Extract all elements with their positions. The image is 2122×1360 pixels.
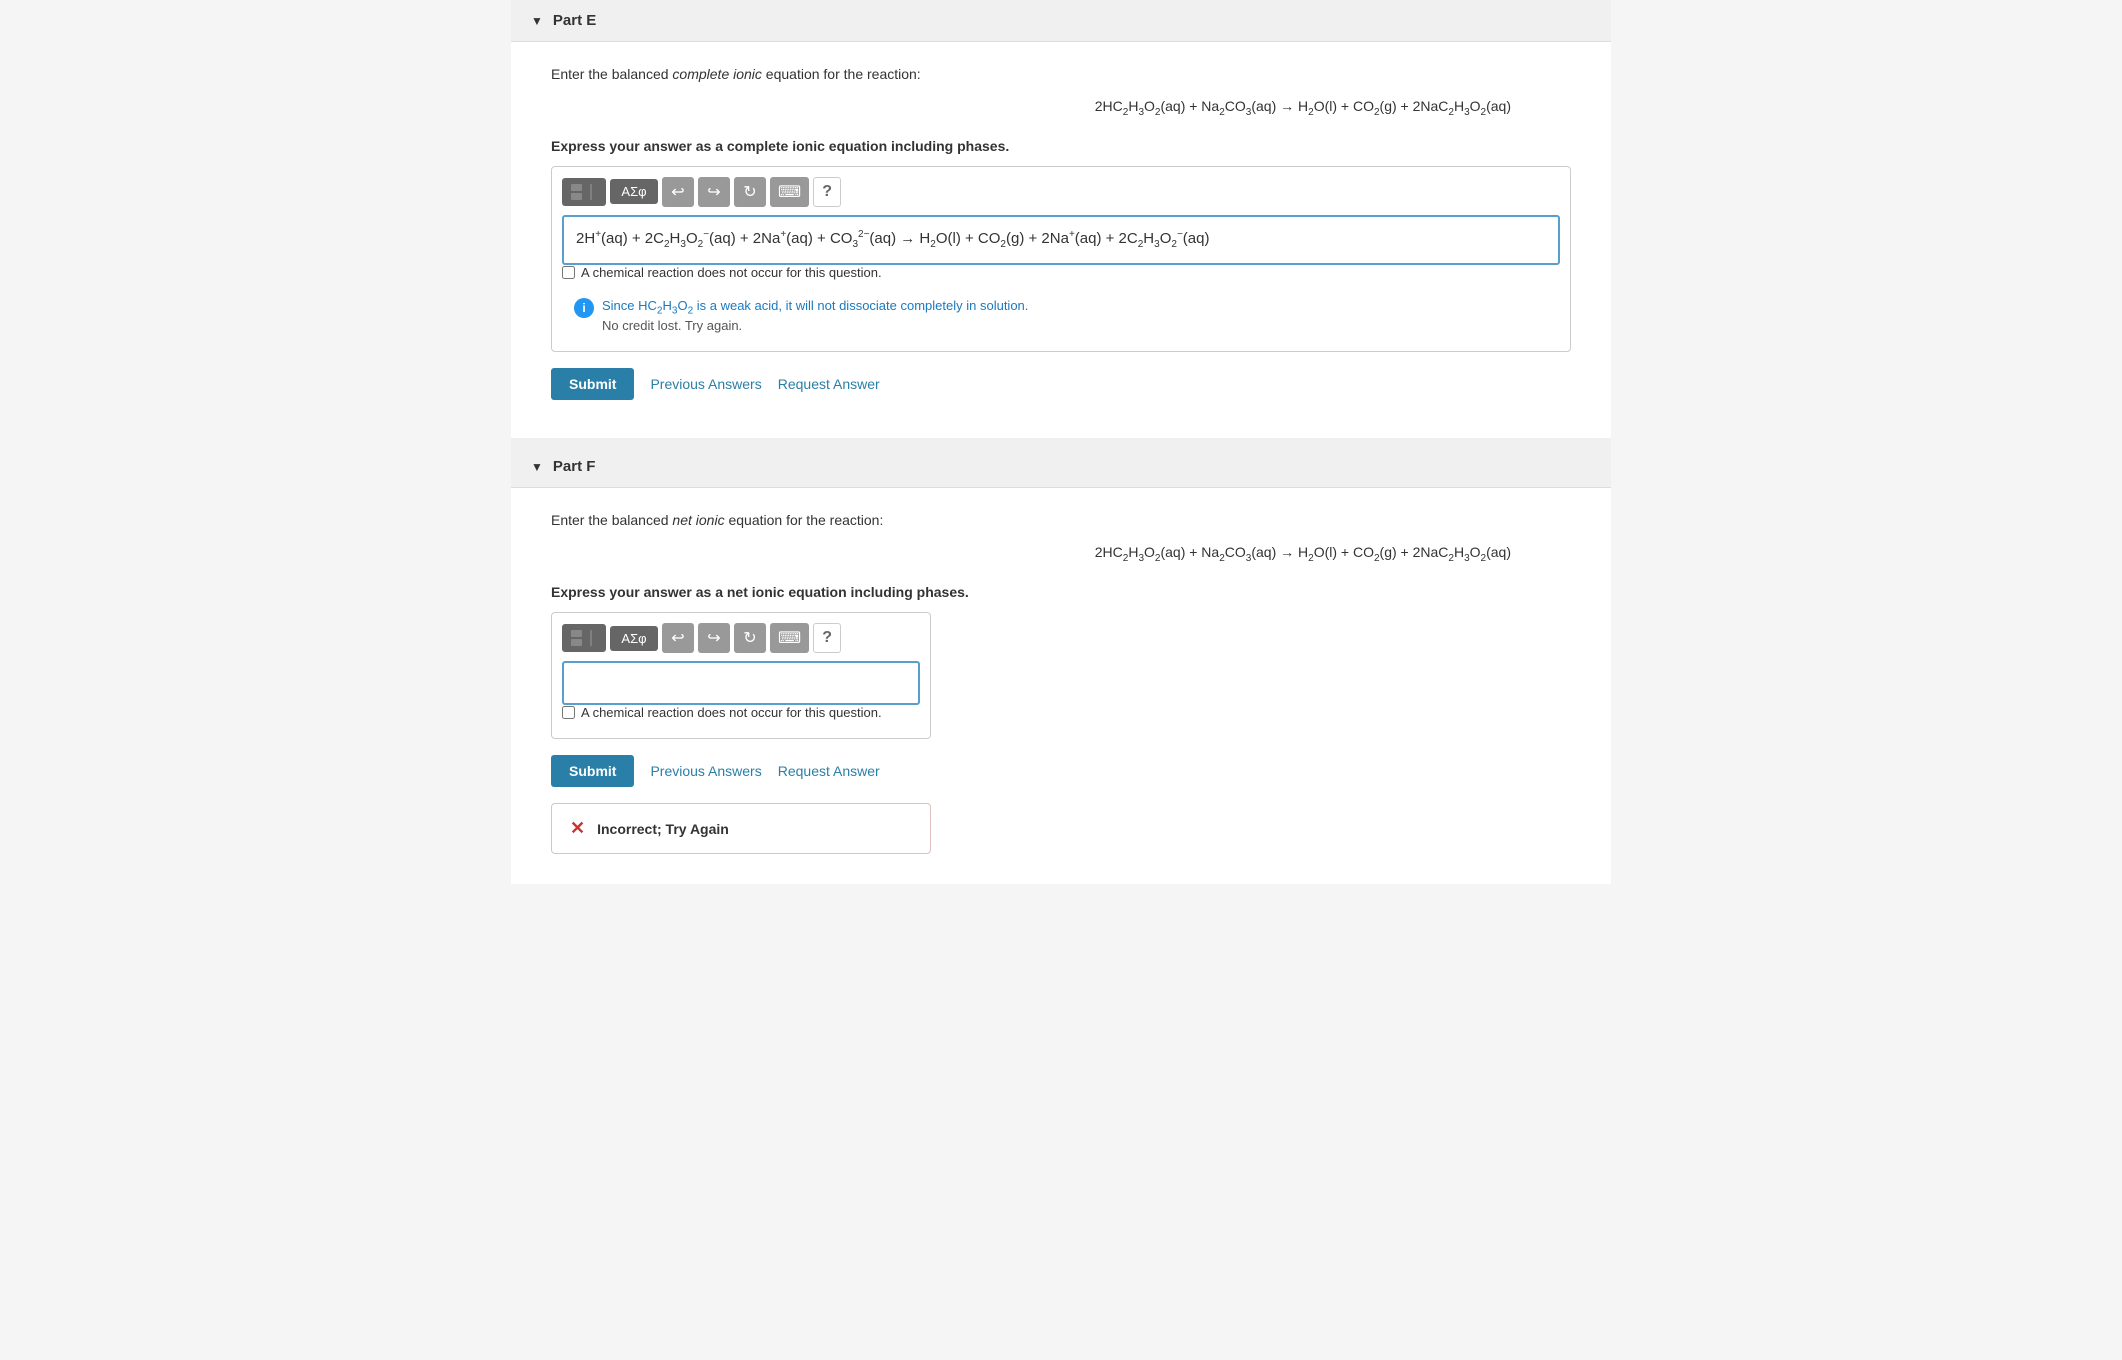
part-f-help-btn[interactable]: ? bbox=[813, 623, 841, 653]
section-divider bbox=[511, 438, 1611, 446]
part-e-title: Part E bbox=[553, 12, 596, 29]
part-e-toolbar: ΑΣφ ↩ ↪ ↻ ⌨ ? bbox=[562, 177, 1560, 207]
part-e-express-label: Express your answer as a complete ionic … bbox=[551, 138, 1571, 154]
part-e-feedback: i Since HC2H3O2 is a weak acid, it will … bbox=[562, 288, 1560, 342]
part-f-instruction-italic: net ionic bbox=[672, 512, 724, 528]
part-e-instruction-suffix: equation for the reaction: bbox=[762, 66, 921, 82]
part-f-express-label: Express your answer as a net ionic equat… bbox=[551, 584, 1571, 600]
part-e-editor: ΑΣφ ↩ ↪ ↻ ⌨ ? 2H+(aq) + 2C2H3O2−(aq) + 2… bbox=[551, 166, 1571, 353]
part-f-action-row: Submit Previous Answers Request Answer bbox=[551, 755, 1571, 787]
part-e-section: ▼ Part E Enter the balanced complete ion… bbox=[511, 0, 1611, 430]
part-e-equation-display: 2HC2H3O2(aq) + Na2CO3(aq) → H2O(l) + CO2… bbox=[551, 98, 1571, 118]
part-f-checkbox-label: A chemical reaction does not occur for t… bbox=[581, 705, 882, 720]
part-e-header: ▼ Part E bbox=[511, 0, 1611, 42]
part-f-request-answer-link[interactable]: Request Answer bbox=[778, 763, 880, 779]
part-e-feedback-content: Since HC2H3O2 is a weak acid, it will no… bbox=[602, 296, 1028, 334]
part-f-submit-button[interactable]: Submit bbox=[551, 755, 634, 787]
part-e-feedback-sub: No credit lost. Try again. bbox=[602, 318, 1028, 333]
part-e-action-row: Submit Previous Answers Request Answer bbox=[551, 368, 1571, 400]
part-e-undo-btn[interactable]: ↩ bbox=[662, 177, 694, 207]
part-e-previous-answers-link[interactable]: Previous Answers bbox=[650, 376, 761, 392]
part-f-x-icon: ✕ bbox=[570, 818, 585, 839]
part-e-collapse-arrow[interactable]: ▼ bbox=[531, 14, 543, 28]
part-e-input-area[interactable]: 2H+(aq) + 2C2H3O2−(aq) + 2Na+(aq) + CO32… bbox=[562, 215, 1560, 265]
part-f-section: ▼ Part F Enter the balanced net ionic eq… bbox=[511, 446, 1611, 884]
part-f-incorrect-text: Incorrect; Try Again bbox=[597, 821, 729, 837]
part-e-redo-btn[interactable]: ↪ bbox=[698, 177, 730, 207]
part-e-checkbox-label: A chemical reaction does not occur for t… bbox=[581, 265, 882, 280]
part-e-no-reaction-checkbox[interactable] bbox=[562, 266, 575, 279]
part-f-instruction-suffix: equation for the reaction: bbox=[725, 512, 884, 528]
part-f-math-btn[interactable]: ΑΣφ bbox=[610, 626, 658, 651]
part-e-keyboard-btn[interactable]: ⌨ bbox=[770, 177, 809, 207]
part-f-equation-display: 2HC2H3O2(aq) + Na2CO3(aq) → H2O(l) + CO2… bbox=[551, 544, 1571, 564]
part-e-checkbox-row: A chemical reaction does not occur for t… bbox=[562, 265, 1560, 280]
part-f-input-area[interactable] bbox=[562, 661, 920, 705]
part-f-previous-answers-link[interactable]: Previous Answers bbox=[650, 763, 761, 779]
part-e-math-btn[interactable]: ΑΣφ bbox=[610, 179, 658, 204]
part-f-instruction: Enter the balanced net ionic equation fo… bbox=[551, 512, 1571, 528]
part-f-redo-btn[interactable]: ↪ bbox=[698, 623, 730, 653]
part-e-help-btn[interactable]: ? bbox=[813, 177, 841, 207]
part-f-no-reaction-checkbox[interactable] bbox=[562, 706, 575, 719]
part-f-header: ▼ Part F bbox=[511, 446, 1611, 488]
part-f-keyboard-btn[interactable]: ⌨ bbox=[770, 623, 809, 653]
part-e-equation-text: 2H+(aq) + 2C2H3O2−(aq) + 2Na+(aq) + CO32… bbox=[576, 227, 1209, 253]
part-e-info-icon: i bbox=[574, 298, 594, 318]
part-f-incorrect-box: ✕ Incorrect; Try Again bbox=[551, 803, 931, 854]
part-f-collapse-arrow[interactable]: ▼ bbox=[531, 460, 543, 474]
part-e-feedback-main: Since HC2H3O2 is a weak acid, it will no… bbox=[602, 296, 1028, 319]
part-e-template-btn[interactable] bbox=[562, 178, 606, 206]
part-f-checkbox-row: A chemical reaction does not occur for t… bbox=[562, 705, 920, 720]
part-e-instruction: Enter the balanced complete ionic equati… bbox=[551, 66, 1571, 82]
part-f-toolbar: ΑΣφ ↩ ↪ ↻ ⌨ ? bbox=[562, 623, 920, 653]
part-f-body: Enter the balanced net ionic equation fo… bbox=[511, 488, 1611, 884]
part-f-template-btn[interactable] bbox=[562, 624, 606, 652]
part-f-undo-btn[interactable]: ↩ bbox=[662, 623, 694, 653]
part-e-request-answer-link[interactable]: Request Answer bbox=[778, 376, 880, 392]
part-f-reset-btn[interactable]: ↻ bbox=[734, 623, 766, 653]
part-e-body: Enter the balanced complete ionic equati… bbox=[511, 42, 1611, 430]
part-e-instruction-italic: complete ionic bbox=[672, 66, 762, 82]
part-f-editor: ΑΣφ ↩ ↪ ↻ ⌨ ? A chemical reaction does n… bbox=[551, 612, 931, 739]
part-e-reset-btn[interactable]: ↻ bbox=[734, 177, 766, 207]
part-e-submit-button[interactable]: Submit bbox=[551, 368, 634, 400]
part-f-title: Part F bbox=[553, 458, 596, 475]
